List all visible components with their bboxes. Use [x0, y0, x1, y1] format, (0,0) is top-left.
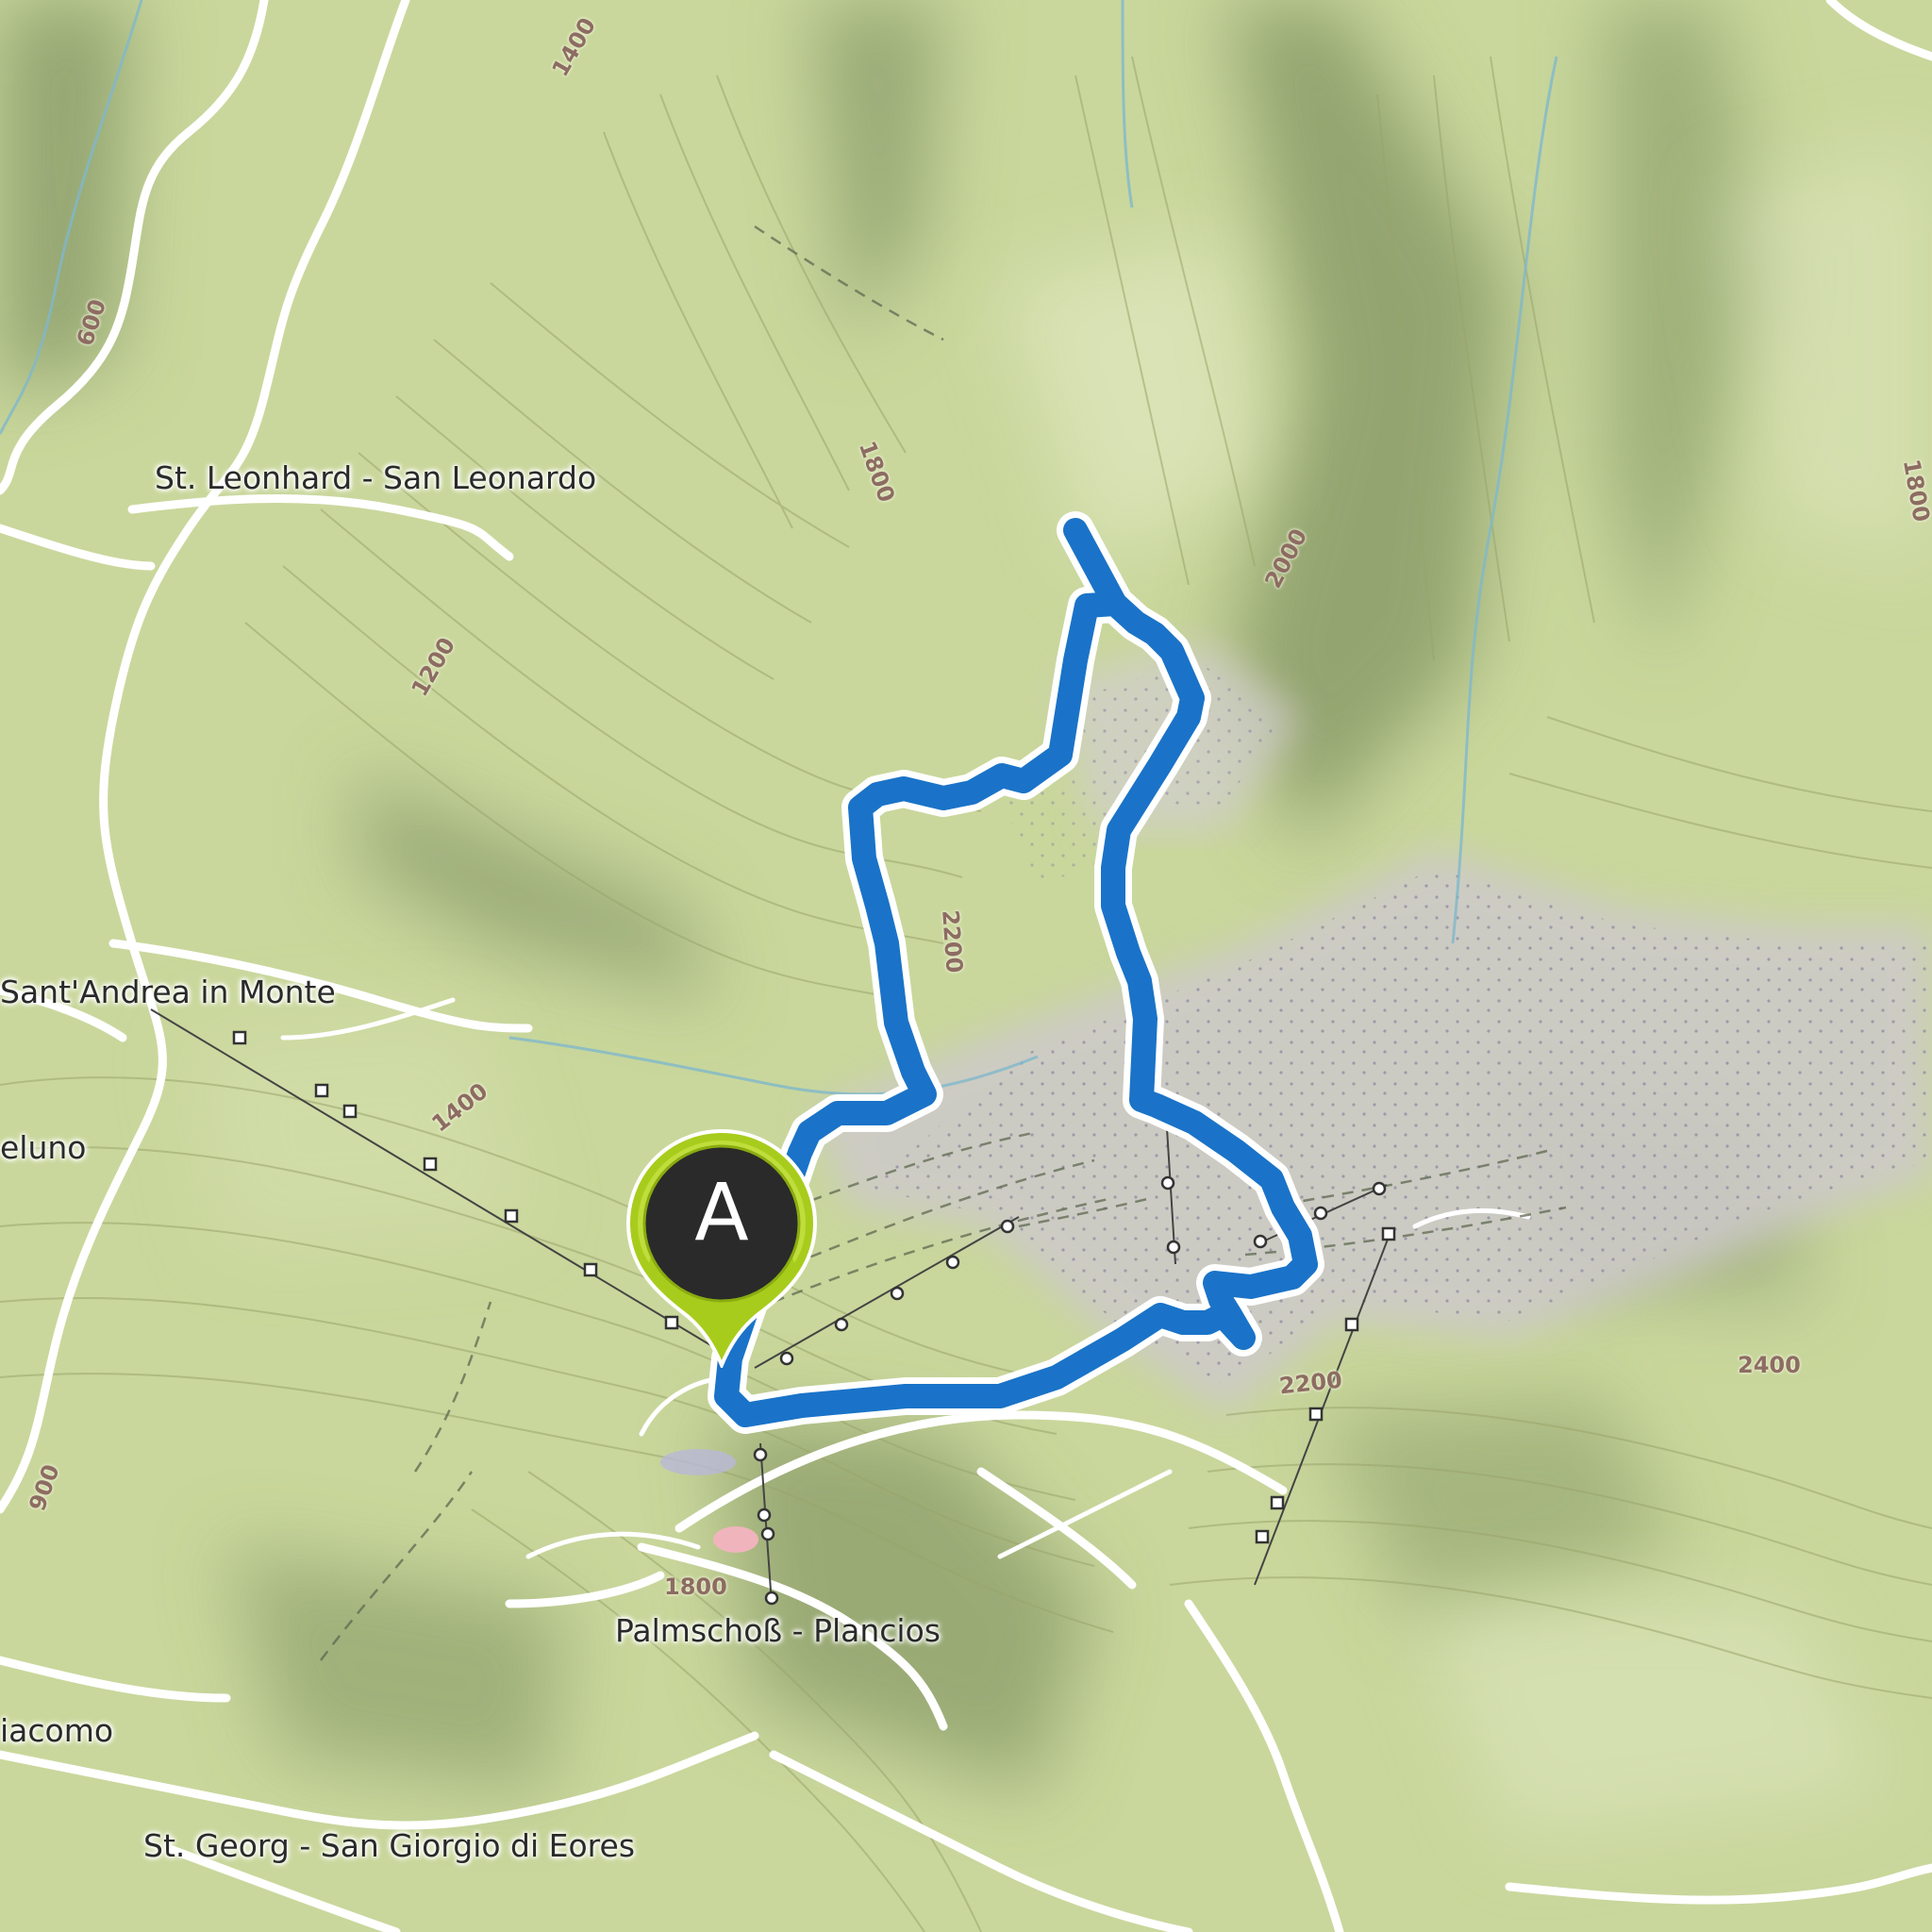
elevation-label: 2200 — [1277, 1366, 1344, 1400]
place-label-giacomo: iacomo — [0, 1712, 114, 1749]
place-label-st-georg: St. Georg - San Giorgio di Eores — [143, 1827, 636, 1864]
place-label-sant-andrea: Sant'Andrea in Monte — [0, 974, 336, 1010]
start-marker-label: A — [694, 1166, 749, 1258]
map-canvas[interactable]: St. Leonhard - San Leonardo Sant'Andrea … — [0, 0, 1932, 1932]
elevation-label: 2400 — [1738, 1352, 1801, 1378]
elevation-label: 1800 — [664, 1574, 727, 1600]
place-label-palmschoss: Palmschoß - Plancios — [615, 1612, 941, 1649]
lake-area — [660, 1449, 736, 1475]
place-label-eluno: eluno — [0, 1129, 87, 1166]
building-area — [713, 1526, 758, 1553]
place-label-st-leonhard: St. Leonhard - San Leonardo — [155, 459, 597, 496]
start-marker-pin[interactable]: A — [623, 1127, 821, 1368]
elevation-label: 2200 — [937, 908, 968, 974]
